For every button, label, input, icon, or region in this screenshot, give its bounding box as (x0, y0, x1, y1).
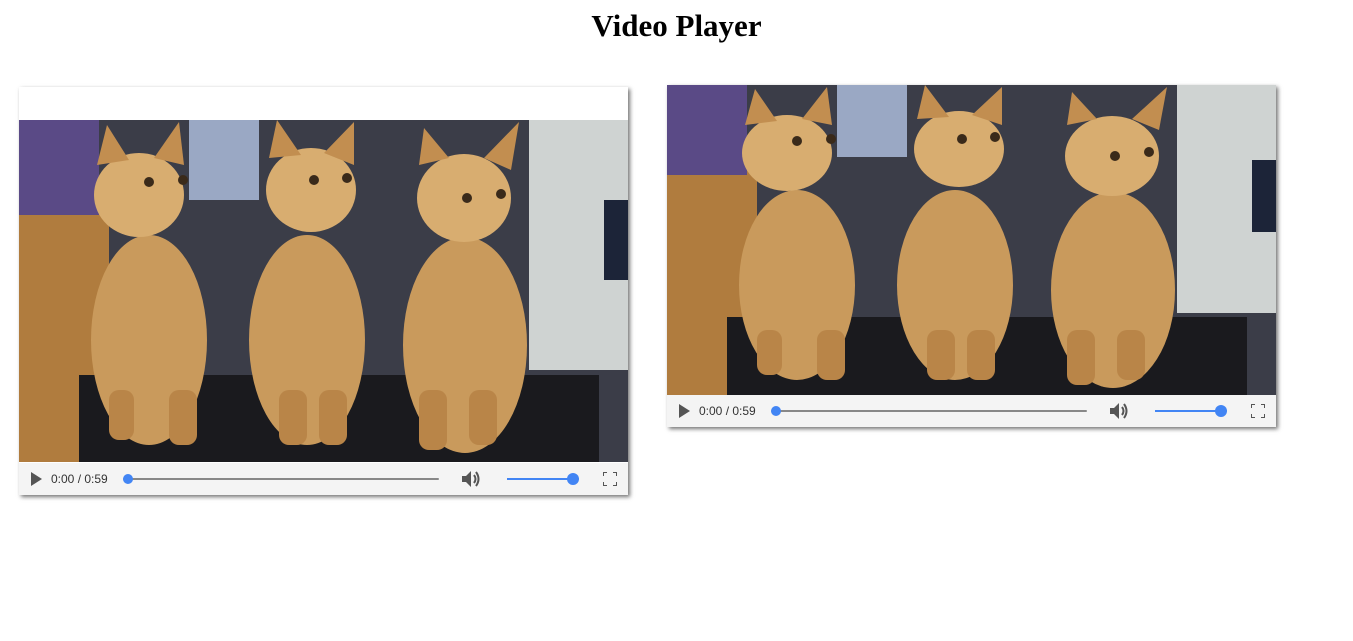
volume-thumb[interactable] (1215, 405, 1227, 417)
fullscreen-icon (603, 472, 617, 486)
seek-bar[interactable] (123, 463, 439, 495)
volume-icon (462, 471, 480, 487)
cats-video-frame-image (667, 85, 1276, 395)
seek-track (771, 410, 1087, 412)
cats-video-frame-image (19, 120, 628, 462)
volume-fill (1155, 410, 1221, 412)
volume-slider[interactable] (1155, 395, 1227, 427)
fullscreen-button[interactable] (1249, 395, 1267, 427)
fullscreen-icon (1251, 404, 1265, 418)
play-icon (31, 472, 42, 486)
seek-bar[interactable] (771, 395, 1087, 427)
video-player-1[interactable]: 0:00 / 0:59 (19, 87, 628, 495)
page-title: Video Player (591, 8, 762, 43)
video-player-2[interactable]: 0:00 / 0:59 (667, 85, 1276, 427)
volume-icon (1110, 403, 1128, 419)
volume-thumb[interactable] (567, 473, 579, 485)
seek-track (123, 478, 439, 480)
fullscreen-button[interactable] (601, 463, 619, 495)
time-display: 0:00 / 0:59 (699, 404, 756, 418)
play-button[interactable] (675, 395, 693, 427)
volume-fill (507, 478, 573, 480)
seek-thumb[interactable] (771, 406, 781, 416)
play-button[interactable] (27, 463, 45, 495)
video-controls: 0:00 / 0:59 (19, 463, 628, 495)
mute-button[interactable] (1109, 395, 1131, 427)
video-controls: 0:00 / 0:59 (667, 395, 1276, 427)
time-display: 0:00 / 0:59 (51, 472, 108, 486)
seek-thumb[interactable] (123, 474, 133, 484)
play-icon (679, 404, 690, 418)
mute-button[interactable] (461, 463, 483, 495)
volume-slider[interactable] (507, 463, 579, 495)
video-frame[interactable] (667, 85, 1276, 395)
video-frame[interactable] (19, 120, 628, 462)
